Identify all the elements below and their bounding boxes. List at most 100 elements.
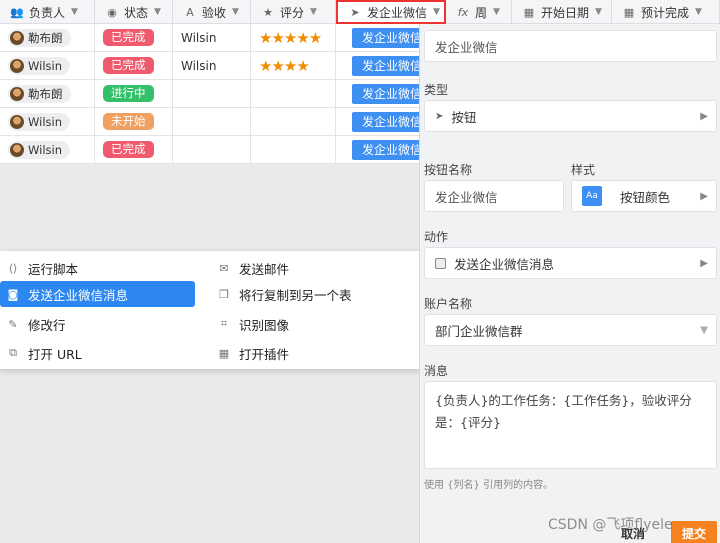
chevron-down-icon[interactable]: ▼ xyxy=(493,7,500,17)
status-badge: 已完成 xyxy=(103,141,154,158)
chevron-down-icon[interactable]: ▼ xyxy=(310,7,317,17)
status-cell[interactable]: 进行中 xyxy=(95,80,173,107)
status-cell[interactable]: 未开始 xyxy=(95,108,173,135)
button-name-input[interactable]: 发企业微信 xyxy=(424,180,564,212)
menu-item-label: 打开 URL xyxy=(28,346,82,362)
chevron-down-icon[interactable]: ▼ xyxy=(433,7,440,17)
owner-cell[interactable]: Wilsin xyxy=(0,136,95,163)
chevron-down-icon[interactable]: ▼ xyxy=(71,7,78,17)
owner-name: 勒布朗 xyxy=(28,30,63,45)
avatar xyxy=(10,86,24,101)
button-name-label: 按钮名称 xyxy=(424,163,473,177)
column-header-acceptor[interactable]: A 验收 ▼ xyxy=(173,0,251,24)
menu-item-edit-row[interactable]: ✎ 修改行 xyxy=(0,311,195,337)
text-icon: A xyxy=(186,5,194,19)
owner-name: Wilsin xyxy=(28,142,62,157)
action-value: 发送企业微信消息 xyxy=(454,256,555,272)
chevron-down-icon[interactable]: ▼ xyxy=(595,7,602,17)
status-badge: 进行中 xyxy=(103,85,154,102)
status-cell[interactable]: 已完成 xyxy=(95,136,173,163)
grid-header: 👥 负责人 ▼ ◉ 状态 ▼ A 验收 ▼ ★ 评分 ▼ ➤ 发企业微信 ▼ f… xyxy=(0,0,720,24)
rating-cell[interactable] xyxy=(251,136,336,163)
scan-icon: ⌗ xyxy=(220,317,228,330)
rating-cell[interactable] xyxy=(251,80,336,107)
star-rating: ★★★★★ xyxy=(259,28,322,47)
column-header-label: 周 xyxy=(475,5,488,20)
status-cell[interactable]: 已完成 xyxy=(95,24,173,51)
font-style-icon: Aa xyxy=(582,186,602,206)
column-header-send-wechat[interactable]: ➤ 发企业微信 ▼ xyxy=(336,0,446,24)
acceptor-text: Wilsin xyxy=(181,58,217,73)
status-badge: 已完成 xyxy=(103,29,154,46)
message-hint: 使用 {列名} 引用列的内容。 xyxy=(424,480,554,491)
column-header-label: 负责人 xyxy=(29,5,66,20)
menu-item-label: 发送企业微信消息 xyxy=(28,287,129,303)
owner-cell[interactable]: Wilsin xyxy=(0,108,95,135)
column-header-week[interactable]: fx 周 ▼ xyxy=(446,0,512,24)
column-header-owner[interactable]: 👥 负责人 ▼ xyxy=(0,0,95,24)
chevron-down-icon[interactable]: ▼ xyxy=(695,7,702,17)
avatar xyxy=(10,142,24,157)
formula-icon: fx xyxy=(457,5,469,19)
chevron-right-icon: ▶ xyxy=(700,190,708,202)
menu-item-open-url[interactable]: ⧉ 打开 URL xyxy=(0,340,195,366)
owner-chip: Wilsin xyxy=(8,56,70,75)
action-dropdown-menu: ⟨⟩ 运行脚本 ✉ 发送邮件 ◙ 发送企业微信消息 ❐ 将行复制到另一个表 ✎ … xyxy=(0,251,420,369)
menu-item-copy-row[interactable]: ❐ 将行复制到另一个表 xyxy=(211,281,411,307)
rating-cell[interactable]: ★★★★ xyxy=(251,52,336,79)
submit-button[interactable]: 提交 xyxy=(671,521,717,543)
account-select[interactable]: 部门企业微信群 ▼ xyxy=(424,314,717,346)
acceptor-cell[interactable]: Wilsin xyxy=(173,24,251,51)
menu-item-send-wechat-message[interactable]: ◙ 发送企业微信消息 xyxy=(0,281,195,307)
owner-name: Wilsin xyxy=(28,58,62,73)
plugin-icon: ▦ xyxy=(218,346,230,360)
field-name-input[interactable]: 发企业微信 xyxy=(424,30,717,62)
column-header-label: 开始日期 xyxy=(541,5,590,20)
owner-cell[interactable]: 勒布朗 xyxy=(0,80,95,107)
type-select[interactable]: ➤ 按钮 ▶ xyxy=(424,100,717,132)
menu-item-label: 运行脚本 xyxy=(28,261,79,277)
star-icon: ★ xyxy=(263,5,273,19)
column-header-due-date[interactable]: ▦ 预计完成 ▼ xyxy=(612,0,720,24)
owner-cell[interactable]: Wilsin xyxy=(0,52,95,79)
acceptor-cell[interactable]: Wilsin xyxy=(173,52,251,79)
message-textarea[interactable]: {负责人}的工作任务：{工作任务}，验收评分是：{评分} xyxy=(424,381,717,469)
cursor-icon: ➤ xyxy=(435,110,444,122)
avatar xyxy=(10,58,24,73)
star-rating: ★★★★ xyxy=(259,56,310,75)
rating-cell[interactable]: ★★★★★ xyxy=(251,24,336,51)
calendar-icon: ▦ xyxy=(523,5,535,19)
wechat-icon: ◙ xyxy=(7,287,19,301)
status-icon: ◉ xyxy=(107,5,117,19)
column-header-label: 发企业微信 xyxy=(367,5,428,20)
menu-item-open-plugin[interactable]: ▦ 打开插件 xyxy=(211,340,406,366)
owner-chip: 勒布朗 xyxy=(8,28,71,47)
acceptor-cell[interactable] xyxy=(173,80,251,107)
watermark: CSDN @飞项flyele xyxy=(548,517,673,533)
cursor-icon: ➤ xyxy=(350,5,360,19)
menu-item-send-email[interactable]: ✉ 发送邮件 xyxy=(211,255,406,281)
type-label: 类型 xyxy=(424,83,449,97)
style-value: 按钮颜色 xyxy=(620,189,671,205)
rating-cell[interactable] xyxy=(251,108,336,135)
action-select[interactable]: 发送企业微信消息 ▶ xyxy=(424,247,717,279)
column-header-start-date[interactable]: ▦ 开始日期 ▼ xyxy=(512,0,612,24)
column-header-rating[interactable]: ★ 评分 ▼ xyxy=(251,0,336,24)
column-header-status[interactable]: ◉ 状态 ▼ xyxy=(95,0,173,24)
column-header-label: 评分 xyxy=(280,5,305,20)
field-settings-panel: 发企业微信 类型 ➤ 按钮 ▶ 按钮名称 发企业微信 样式 Aa 按钮颜色 ▶ … xyxy=(419,24,720,543)
link-icon: ⧉ xyxy=(9,346,17,359)
chevron-down-icon[interactable]: ▼ xyxy=(154,7,161,17)
menu-item-recognize-image[interactable]: ⌗ 识别图像 xyxy=(211,311,406,337)
owner-cell[interactable]: 勒布朗 xyxy=(0,24,95,51)
style-select[interactable]: Aa 按钮颜色 ▶ xyxy=(571,180,717,212)
acceptor-cell[interactable] xyxy=(173,136,251,163)
chevron-down-icon: ▼ xyxy=(700,324,708,336)
account-label: 账户名称 xyxy=(424,297,473,311)
chevron-right-icon: ▶ xyxy=(700,110,708,122)
account-value: 部门企业微信群 xyxy=(435,323,523,339)
acceptor-cell[interactable] xyxy=(173,108,251,135)
status-cell[interactable]: 已完成 xyxy=(95,52,173,79)
menu-item-run-script[interactable]: ⟨⟩ 运行脚本 xyxy=(0,255,195,281)
chevron-down-icon[interactable]: ▼ xyxy=(232,7,239,17)
